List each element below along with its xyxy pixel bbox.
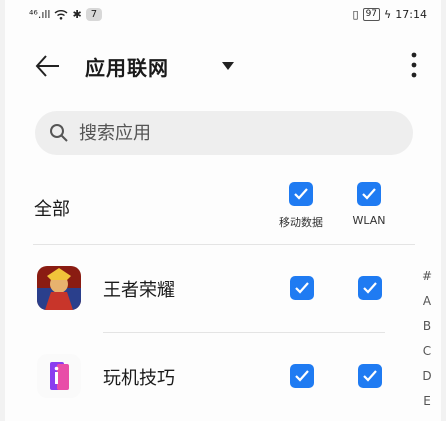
signal-icon: ⁴⁶.ıll: [29, 8, 51, 21]
mobile-data-caption: 移动数据: [279, 216, 323, 229]
check-icon: [363, 282, 377, 294]
search-bar[interactable]: [35, 111, 413, 155]
index-letter[interactable]: A: [417, 289, 437, 314]
vibrate-icon: ▯: [352, 8, 359, 21]
back-arrow-icon[interactable]: [33, 52, 63, 80]
check-icon: [363, 370, 377, 382]
dropdown-triangle-icon[interactable]: [218, 58, 238, 74]
app-name: 玩机技巧: [103, 368, 175, 389]
check-icon: [294, 188, 308, 200]
search-icon: [50, 124, 68, 142]
mobile-data-column: 移动数据: [271, 182, 331, 230]
index-letter[interactable]: #: [417, 264, 437, 289]
clock: 17:14: [395, 8, 427, 21]
check-icon: [362, 188, 376, 200]
divider: [103, 332, 385, 333]
app-icon-phone-tips: [37, 354, 81, 398]
all-label: 全部: [34, 199, 70, 220]
app-network-page: ⁴⁶.ıll ✱ 7 ▯ 97 ϟ 17:14 应用联网 搜索应用 全部 移动数…: [5, 0, 441, 421]
index-letter[interactable]: D: [417, 364, 437, 389]
app-1-wlan-checkbox[interactable]: [358, 276, 382, 300]
app-2-wlan-checkbox[interactable]: [358, 364, 382, 388]
index-letter[interactable]: B: [417, 314, 437, 339]
app-name: 王者荣耀: [103, 280, 175, 301]
more-vert-icon[interactable]: [407, 50, 421, 80]
check-icon: [295, 370, 309, 382]
status-bar: ⁴⁶.ıll ✱ 7 ▯ 97 ϟ 17:14: [5, 0, 441, 30]
select-all-wlan-checkbox[interactable]: [357, 182, 381, 206]
wlan-caption: WLAN: [352, 214, 386, 227]
app-2-mobile-checkbox[interactable]: [290, 364, 314, 388]
divider: [33, 244, 415, 245]
alphabet-index[interactable]: # A B C D E: [417, 264, 437, 414]
app-1-mobile-checkbox[interactable]: [290, 276, 314, 300]
charging-icon: ϟ: [384, 8, 392, 21]
check-icon: [295, 282, 309, 294]
battery-icon: 97: [362, 8, 381, 21]
app-row-2[interactable]: 玩机技巧: [5, 344, 415, 408]
app-header: 应用联网: [5, 44, 441, 88]
app-icon-honor-of-kings: [37, 266, 81, 310]
app-row-1[interactable]: 王者荣耀: [5, 256, 415, 320]
index-letter[interactable]: E: [417, 389, 437, 414]
wifi-icon: [55, 10, 68, 20]
index-letter[interactable]: C: [417, 339, 437, 364]
notification-count-badge: 7: [85, 8, 103, 21]
bluetooth-icon: ✱: [72, 8, 82, 21]
page-title: 应用联网: [85, 56, 169, 80]
search-input[interactable]: [77, 121, 381, 145]
wlan-column: WLAN: [339, 182, 399, 227]
select-all-mobile-checkbox[interactable]: [289, 182, 313, 206]
